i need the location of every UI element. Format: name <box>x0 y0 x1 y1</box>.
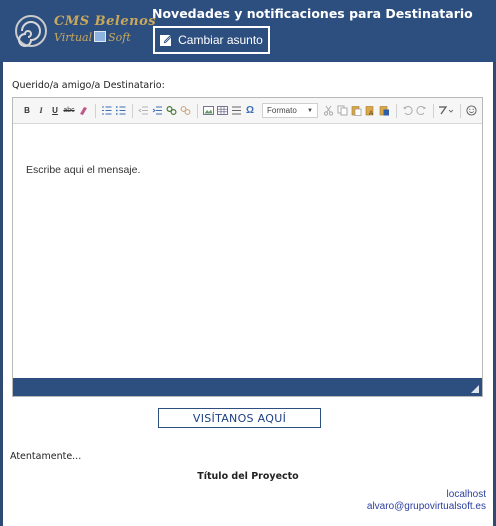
toolbar-divider <box>197 103 198 118</box>
copy-icon[interactable] <box>336 103 348 119</box>
footer-contact: localhost alvaro@grupovirtualsoft.es <box>367 489 486 513</box>
unlink-icon[interactable] <box>179 103 191 119</box>
toolbar-divider <box>396 103 397 118</box>
special-char-button[interactable]: Ω <box>244 103 256 119</box>
monitor-icon <box>94 31 107 42</box>
remove-format-icon[interactable] <box>77 103 89 119</box>
change-subject-button[interactable]: Cambiar asunto <box>153 26 270 54</box>
email-link[interactable]: alvaro@grupovirtualsoft.es <box>367 501 486 513</box>
page-title: Novedades y notificaciones para Destinat… <box>152 6 473 21</box>
format-dropdown-label: Formato <box>267 106 297 115</box>
paste-icon[interactable] <box>350 103 362 119</box>
emoji-icon[interactable] <box>465 103 477 119</box>
chevron-down-icon: ▼ <box>307 107 313 114</box>
toolbar-divider <box>95 103 96 118</box>
change-subject-label: Cambiar asunto <box>178 33 263 47</box>
paste-word-icon[interactable] <box>378 103 390 119</box>
undo-icon[interactable] <box>401 103 413 119</box>
underline-button[interactable]: U <box>49 103 61 119</box>
left-border <box>0 0 3 526</box>
indent-icon[interactable] <box>151 103 163 119</box>
editor-content-area[interactable]: Escribe aqui el mensaje. <box>13 124 482 379</box>
project-title: Título del Proyecto <box>197 471 299 482</box>
numbered-list-icon[interactable] <box>100 103 112 119</box>
outdent-icon[interactable] <box>137 103 149 119</box>
editor-statusbar <box>13 378 482 396</box>
strikethrough-button[interactable]: abc <box>63 103 75 119</box>
logo-text-primary: CMS Belenos <box>54 14 157 29</box>
toolbar-divider <box>460 103 461 118</box>
spiral-logo-icon <box>15 15 47 47</box>
resize-handle-icon[interactable] <box>471 385 479 393</box>
image-icon[interactable] <box>202 103 214 119</box>
table-icon[interactable] <box>216 103 228 119</box>
bullet-list-icon[interactable] <box>114 103 126 119</box>
greeting-text: Querido/a amigo/a Destinatario: <box>12 80 165 91</box>
svg-text:A: A <box>369 111 373 116</box>
logo-soft: Soft <box>108 31 131 44</box>
cut-icon[interactable] <box>322 103 334 119</box>
rich-text-editor[interactable]: B I U abc Ω Formato ▼ A Escribe aqui el … <box>12 97 483 397</box>
editor-toolbar: B I U abc Ω Formato ▼ A <box>13 98 482 124</box>
closing-text: Atentamente... <box>10 451 82 462</box>
toolbar-divider <box>433 103 434 118</box>
logo: CMS Belenos Virtual Soft <box>12 8 156 52</box>
logo-virtual: Virtual <box>54 31 93 44</box>
host-link[interactable]: localhost <box>367 489 486 501</box>
toolbar-divider <box>132 103 133 118</box>
bold-button[interactable]: B <box>21 103 33 119</box>
header: CMS Belenos Virtual Soft Novedades y noti… <box>0 0 496 62</box>
logo-text-secondary: Virtual Soft <box>54 31 131 44</box>
paste-text-icon[interactable]: A <box>364 103 376 119</box>
message-placeholder: Escribe aqui el mensaje. <box>26 164 141 176</box>
italic-button[interactable]: I <box>35 103 47 119</box>
redo-icon[interactable] <box>415 103 427 119</box>
visit-us-button[interactable]: VISÍTANOS AQUÍ <box>158 408 321 428</box>
edit-icon <box>160 34 173 46</box>
email-template-frame: CMS Belenos Virtual Soft Novedades y noti… <box>0 0 496 526</box>
horizontal-rule-icon[interactable] <box>230 103 242 119</box>
spellcheck-icon[interactable] <box>438 103 454 119</box>
format-dropdown[interactable]: Formato ▼ <box>262 103 318 118</box>
link-icon[interactable] <box>165 103 177 119</box>
